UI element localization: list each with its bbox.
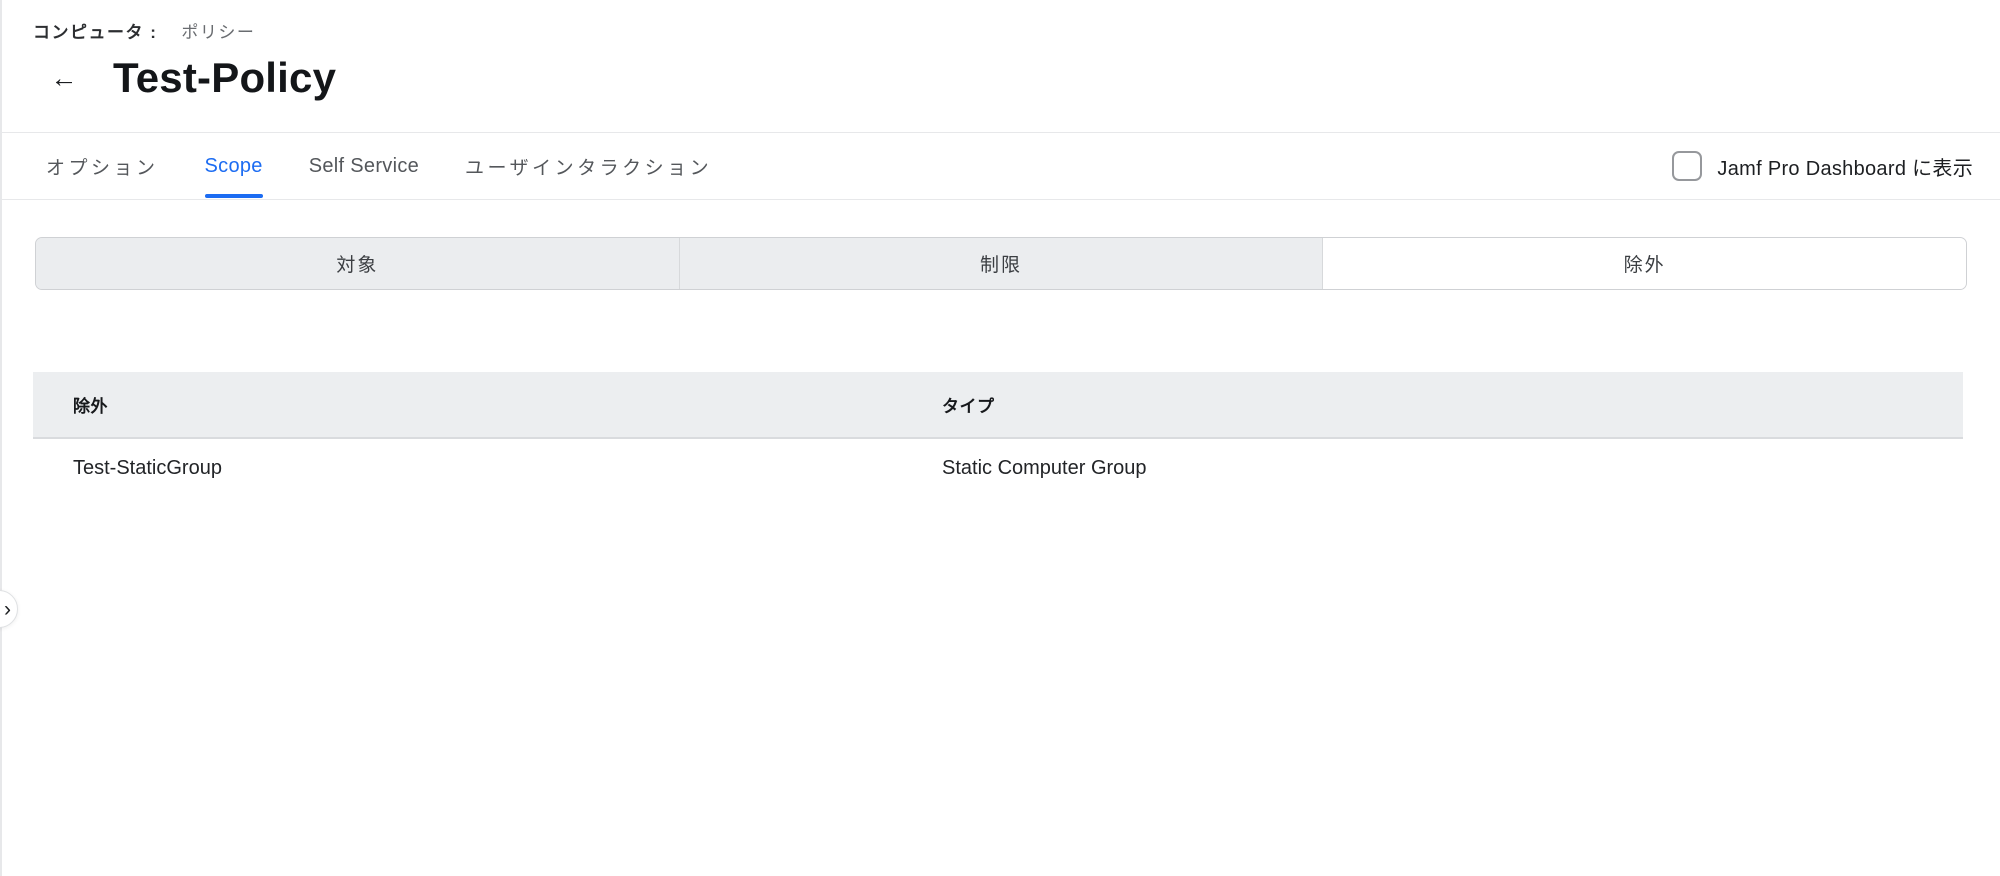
exclusion-type-cell: Static Computer Group	[942, 456, 1147, 479]
back-arrow-icon: ←	[50, 63, 78, 93]
segment-limitations[interactable]: 制限	[678, 238, 1323, 289]
exclusions-table: 除外 タイプ Test-StaticGroup Static Computer …	[33, 372, 1963, 497]
tab-self-service[interactable]: Self Service	[309, 133, 419, 199]
segment-targets[interactable]: 対象	[36, 238, 679, 289]
title-row: ← Test-Policy	[33, 54, 2000, 102]
tab-options[interactable]: オプション	[46, 133, 159, 199]
page-header: コンピュータ : ポリシー ← Test-Policy	[0, 0, 2000, 133]
breadcrumb-computers[interactable]: コンピュータ :	[33, 18, 157, 43]
table-header-row: 除外 タイプ	[33, 372, 1963, 439]
breadcrumb: コンピュータ : ポリシー	[33, 18, 2000, 43]
page-title: Test-Policy	[113, 54, 337, 101]
dashboard-toggle[interactable]: Jamf Pro Dashboard に表示	[1672, 133, 1973, 199]
scope-segment-control: 対象 制限 除外	[35, 237, 1967, 290]
tab-user-interaction[interactable]: ユーザインタラクション	[465, 133, 712, 199]
tab-bar: オプション Scope Self Service ユーザインタラクション Jam…	[0, 133, 2000, 200]
scope-content: 対象 制限 除外 除外 タイプ Test-StaticGroup Static …	[0, 237, 2000, 497]
exclusion-name-cell: Test-StaticGroup	[73, 456, 222, 479]
column-header-exclusions: 除外	[73, 397, 108, 416]
table-row[interactable]: Test-StaticGroup Static Computer Group	[33, 439, 1963, 497]
chevron-right-icon: ›	[4, 597, 11, 621]
column-header-type: タイプ	[942, 397, 995, 416]
sidebar-expand-button[interactable]: ›	[0, 590, 18, 628]
dashboard-checkbox[interactable]	[1672, 151, 1703, 181]
tab-scope[interactable]: Scope	[204, 133, 263, 199]
dashboard-checkbox-label: Jamf Pro Dashboard に表示	[1717, 157, 1973, 180]
back-button[interactable]: ←	[47, 61, 81, 95]
breadcrumb-policies[interactable]: ポリシー	[181, 18, 255, 43]
segment-exclusions[interactable]: 除外	[1322, 238, 1966, 289]
collapsed-sidebar-edge	[0, 0, 2, 876]
